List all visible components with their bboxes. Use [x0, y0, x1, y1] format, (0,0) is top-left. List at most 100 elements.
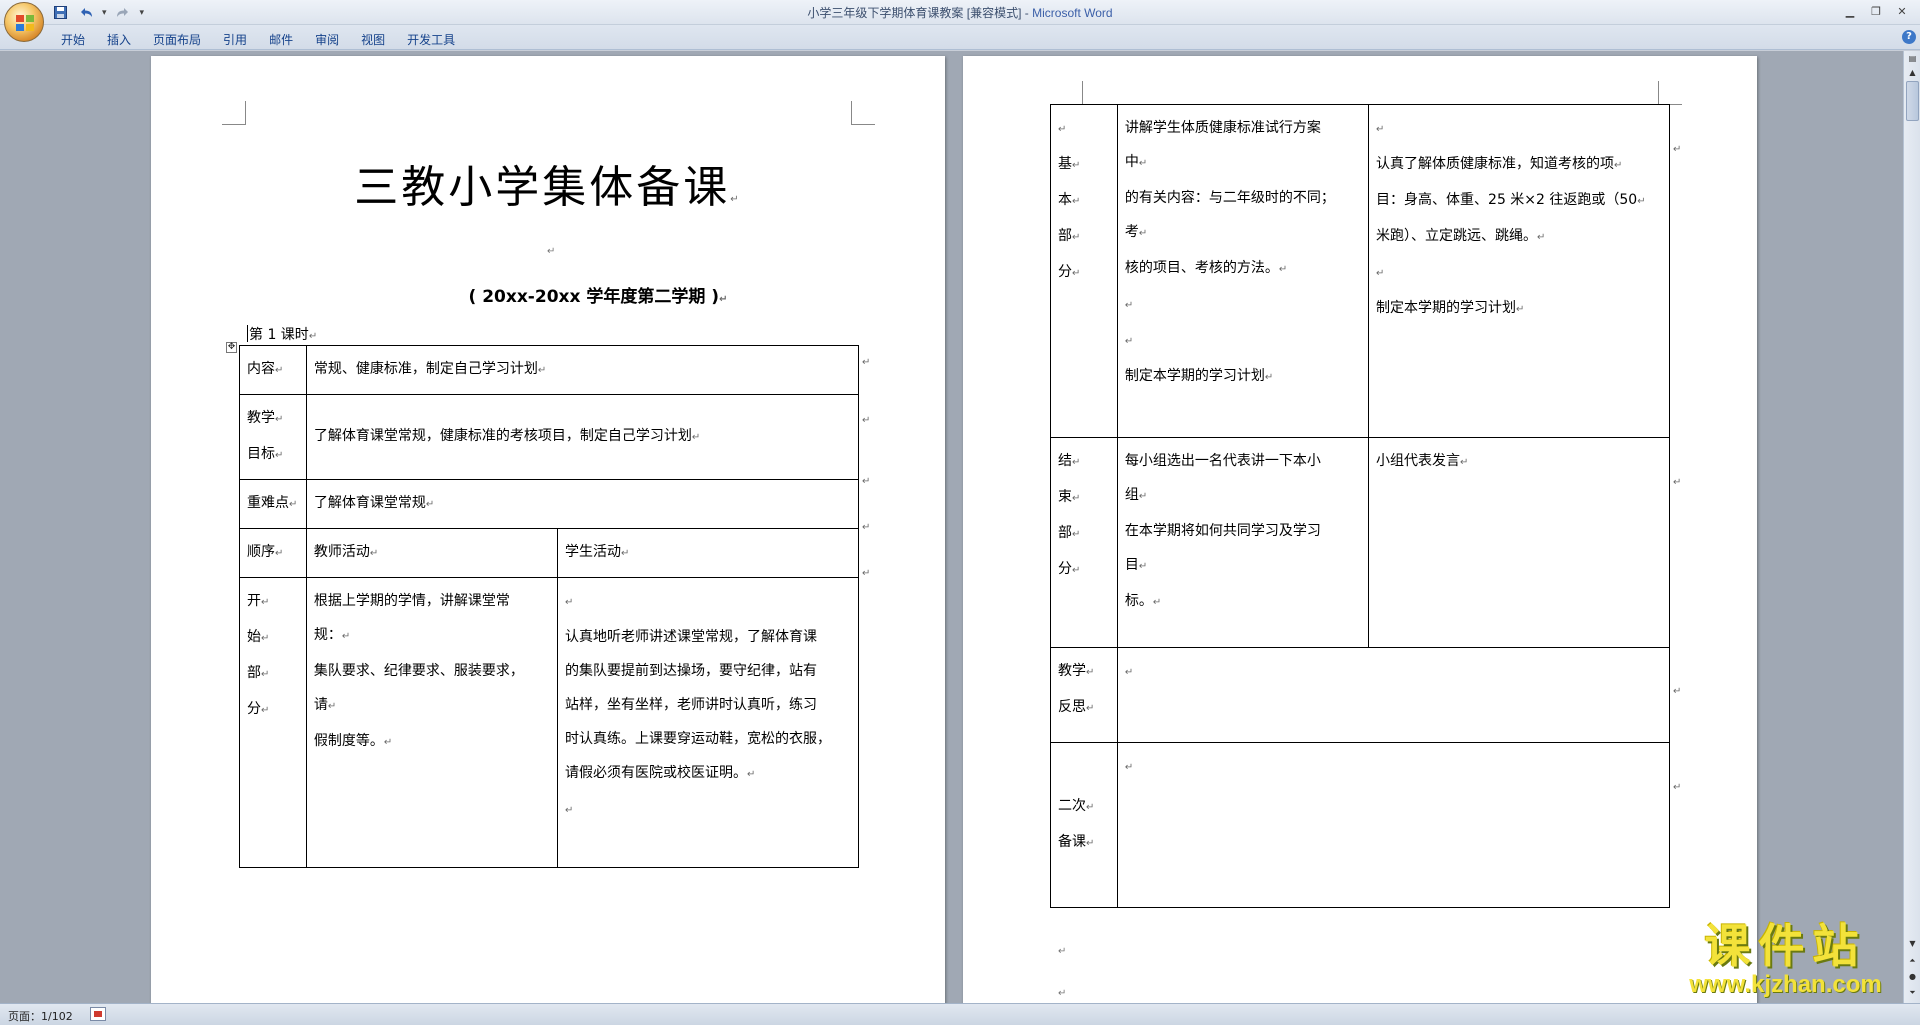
teacher-line: 讲解学生体质健康标准试行方案 — [1124, 120, 1321, 136]
tab-insert[interactable]: 插入 — [96, 29, 142, 50]
document-title[interactable]: 三教小学集体备课↵ — [151, 151, 945, 215]
row-end-mark: ↵ — [1673, 144, 1682, 155]
table-cell[interactable]: 小组代表发言↵ — [1368, 437, 1670, 648]
select-browse-object-icon[interactable]: ● — [1905, 969, 1920, 985]
paragraph-mark: ↵ — [547, 246, 556, 257]
table-cell[interactable]: 教师活动↵ — [305, 528, 559, 578]
tab-view[interactable]: 视图 — [350, 29, 396, 50]
tab-home[interactable]: 开始 — [50, 29, 96, 50]
scroll-up-icon[interactable]: ▲ — [1905, 65, 1920, 81]
title-bar: ▾ ▾ 小学三年级下学期体育课教案 [兼容模式] - Microsoft Wor… — [0, 0, 1920, 42]
table-cell[interactable]: 常规、健康标准，制定自己学习计划↵ — [305, 345, 860, 395]
paragraph-mark: ↵ — [1058, 988, 1067, 999]
previous-page-icon[interactable]: ⏶ — [1905, 953, 1920, 969]
window-controls: ▁ ❐ ✕ — [1838, 2, 1914, 20]
table-cell[interactable]: 学生活动↵ — [557, 528, 859, 578]
next-page-icon[interactable]: ⏷ — [1905, 985, 1920, 1001]
watermark-title: 课件站 — [1704, 919, 1867, 973]
table-row: 教学↵ 反思↵ ↵ — [1050, 647, 1671, 743]
content-label: 内容 — [247, 361, 275, 377]
student-line: 站样，坐有坐样，老师讲时认真听，练习 — [565, 697, 818, 713]
lesson-text: 第 1 课时 — [249, 327, 309, 343]
table-cell[interactable]: 内容↵ — [239, 345, 307, 395]
text-cursor — [247, 325, 248, 342]
table-cell[interactable]: ↵ — [1116, 647, 1671, 743]
table-row: 结↵ 束↵ 部↵ 分↵ 每小组选出一名代表讲一下本小 组↵ 在本学期将如何共同学… — [1050, 437, 1670, 648]
table-cell[interactable]: 根据上学期的学情，讲解课堂常 规：↵ 集队要求、纪律要求、服装要求， 请↵ 假制… — [305, 577, 559, 868]
crop-mark — [1658, 81, 1682, 105]
restore-icon[interactable]: ❐ — [1864, 2, 1888, 20]
table-cell[interactable]: 了解体育课堂常规↵ — [305, 479, 860, 529]
table-cell[interactable]: 开↵ 始↵ 部↵ 分↵ — [239, 577, 307, 868]
student-line: 的集队要提前到达操场，要守纪律，站有 — [565, 663, 818, 679]
key-label: 重难点 — [247, 495, 289, 511]
row-end-mark: ↵ — [862, 522, 871, 533]
scroll-down-icon[interactable]: ▼ — [1905, 936, 1920, 952]
goal-value: 了解体育课堂常规，健康标准的考核项目，制定自己学习计划 — [313, 428, 692, 444]
table-cell[interactable]: 每小组选出一名代表讲一下本小 组↵ 在本学期将如何共同学习及学习 目↵ 标。↵ — [1116, 437, 1370, 648]
help-icon[interactable]: ? — [1902, 30, 1916, 44]
status-bar: 页面：1/102 — [0, 1003, 1920, 1025]
teacher-line: 每小组选出一名代表讲一下本小 — [1124, 453, 1321, 469]
table-cell[interactable]: 顺序↵ — [239, 528, 307, 578]
table-cell[interactable]: 讲解学生体质健康标准试行方案 中↵ 的有关内容：与二年级时的不同； 考↵ 核的项… — [1116, 104, 1370, 438]
table-row: 顺序↵ 教师活动↵ 学生活动↵ — [239, 528, 859, 578]
table-cell[interactable]: 重难点↵ — [239, 479, 307, 529]
crop-mark — [1059, 81, 1083, 105]
tab-review[interactable]: 审阅 — [304, 29, 350, 50]
paragraph-mark: ↵ — [1058, 946, 1067, 957]
tab-developer[interactable]: 开发工具 — [396, 29, 466, 50]
content-value: 常规、健康标准，制定自己学习计划 — [313, 361, 538, 377]
student-line: 认真地听老师讲述课堂常规，了解体育课 — [565, 629, 818, 645]
page-1[interactable]: 三教小学集体备课↵ ↵ ( 20xx-20xx 学年度第二学期 )↵ 第 1 课… — [151, 56, 945, 1003]
office-logo-icon — [16, 15, 34, 31]
table-row: 二次↵ 备课↵ ↵ — [1050, 742, 1671, 908]
document-subtitle[interactable]: ( 20xx-20xx 学年度第二学期 )↵ — [151, 282, 945, 307]
window-title: 小学三年级下学期体育课教案 [兼容模式] - Microsoft Word — [0, 4, 1920, 21]
student-header: 学生活动 — [565, 544, 622, 560]
table-cell[interactable]: ↵ 基↵ 本↵ 部↵ 分↵ — [1050, 104, 1118, 438]
teacher-header: 教师活动 — [313, 544, 370, 560]
crop-mark — [222, 101, 246, 125]
lesson-plan-table-2[interactable]: ↵ 基↵ 本↵ 部↵ 分↵ 讲解学生体质健康标准试行方案 中↵ 的有关内容：与二… — [1050, 104, 1671, 908]
table-move-handle-icon[interactable]: ✥ — [226, 342, 237, 353]
page-count[interactable]: 页面：1/102 — [8, 1008, 73, 1024]
table-cell[interactable]: 教学↵ 反思↵ — [1050, 647, 1118, 743]
table-cell[interactable]: 教学↵ 目标↵ — [239, 394, 307, 480]
tab-mailings[interactable]: 邮件 — [258, 29, 304, 50]
student-line: 时认真练。上课要穿运动鞋，宽松的衣服， — [565, 731, 832, 747]
vertical-scrollbar[interactable]: ▤ ▲ ▼ ⏶ ● ⏷ — [1903, 51, 1920, 1003]
page-2[interactable]: ↵ 基↵ 本↵ 部↵ 分↵ 讲解学生体质健康标准试行方案 中↵ 的有关内容：与二… — [963, 56, 1757, 1003]
proofing-status-icon[interactable] — [90, 1007, 106, 1021]
window-title-sep: - — [1021, 6, 1033, 20]
table-row: 开↵ 始↵ 部↵ 分↵ 根据上学期的学情，讲解课堂常 规：↵ 集队要求、纪律要求… — [239, 577, 859, 868]
row-end-mark: ↵ — [862, 568, 871, 579]
scroll-thumb[interactable] — [1906, 81, 1919, 121]
close-icon[interactable]: ✕ — [1890, 2, 1914, 20]
document-subtitle-text: ( 20xx-20xx 学年度第二学期 ) — [468, 287, 720, 307]
tab-references[interactable]: 引用 — [212, 29, 258, 50]
table-cell[interactable]: ↵ — [1116, 742, 1671, 908]
document-area[interactable]: 三教小学集体备课↵ ↵ ( 20xx-20xx 学年度第二学期 )↵ 第 1 课… — [0, 51, 1903, 1003]
table-cell[interactable]: ↵ 认真地听老师讲述课堂常规，了解体育课 的集队要提前到达操场，要守纪律，站有 … — [557, 577, 859, 868]
minimize-icon[interactable]: ▁ — [1838, 2, 1862, 20]
tab-page-layout[interactable]: 页面布局 — [142, 29, 212, 50]
row-end-mark: ↵ — [1673, 686, 1682, 697]
table-cell[interactable]: 二次↵ 备课↵ — [1050, 742, 1118, 908]
table-cell[interactable]: 结↵ 束↵ 部↵ 分↵ — [1050, 437, 1118, 648]
crop-mark — [851, 101, 875, 125]
goal-label: 教学↵ — [247, 410, 284, 426]
teacher-line: 集队要求、纪律要求、服装要求， — [313, 663, 524, 679]
lesson-line[interactable]: 第 1 课时↵ — [247, 324, 317, 344]
paragraph-mark: ↵ — [730, 194, 742, 205]
table-cell[interactable]: ↵ 认真了解体质健康标准，知道考核的项↵ 目：身高、体重、25 米×2 往返跑或… — [1368, 104, 1670, 438]
document-title-text: 三教小学集体备课 — [354, 162, 731, 213]
row-end-mark: ↵ — [1673, 477, 1682, 488]
ribbon-tab-bar: 开始 插入 页面布局 引用 邮件 审阅 视图 开发工具 ? — [0, 25, 1920, 50]
table-cell[interactable]: 了解体育课堂常规，健康标准的考核项目，制定自己学习计划↵ — [305, 394, 860, 480]
lesson-plan-table-1[interactable]: 内容↵ 常规、健康标准，制定自己学习计划↵ 教学↵ 目标↵ 了解体育课堂常规，健康… — [239, 345, 860, 868]
row-end-mark: ↵ — [862, 415, 871, 426]
office-button[interactable] — [4, 2, 44, 42]
watermark-url: www.kjzhan.com — [1689, 971, 1882, 998]
table-row: 内容↵ 常规、健康标准，制定自己学习计划↵ — [239, 345, 860, 395]
